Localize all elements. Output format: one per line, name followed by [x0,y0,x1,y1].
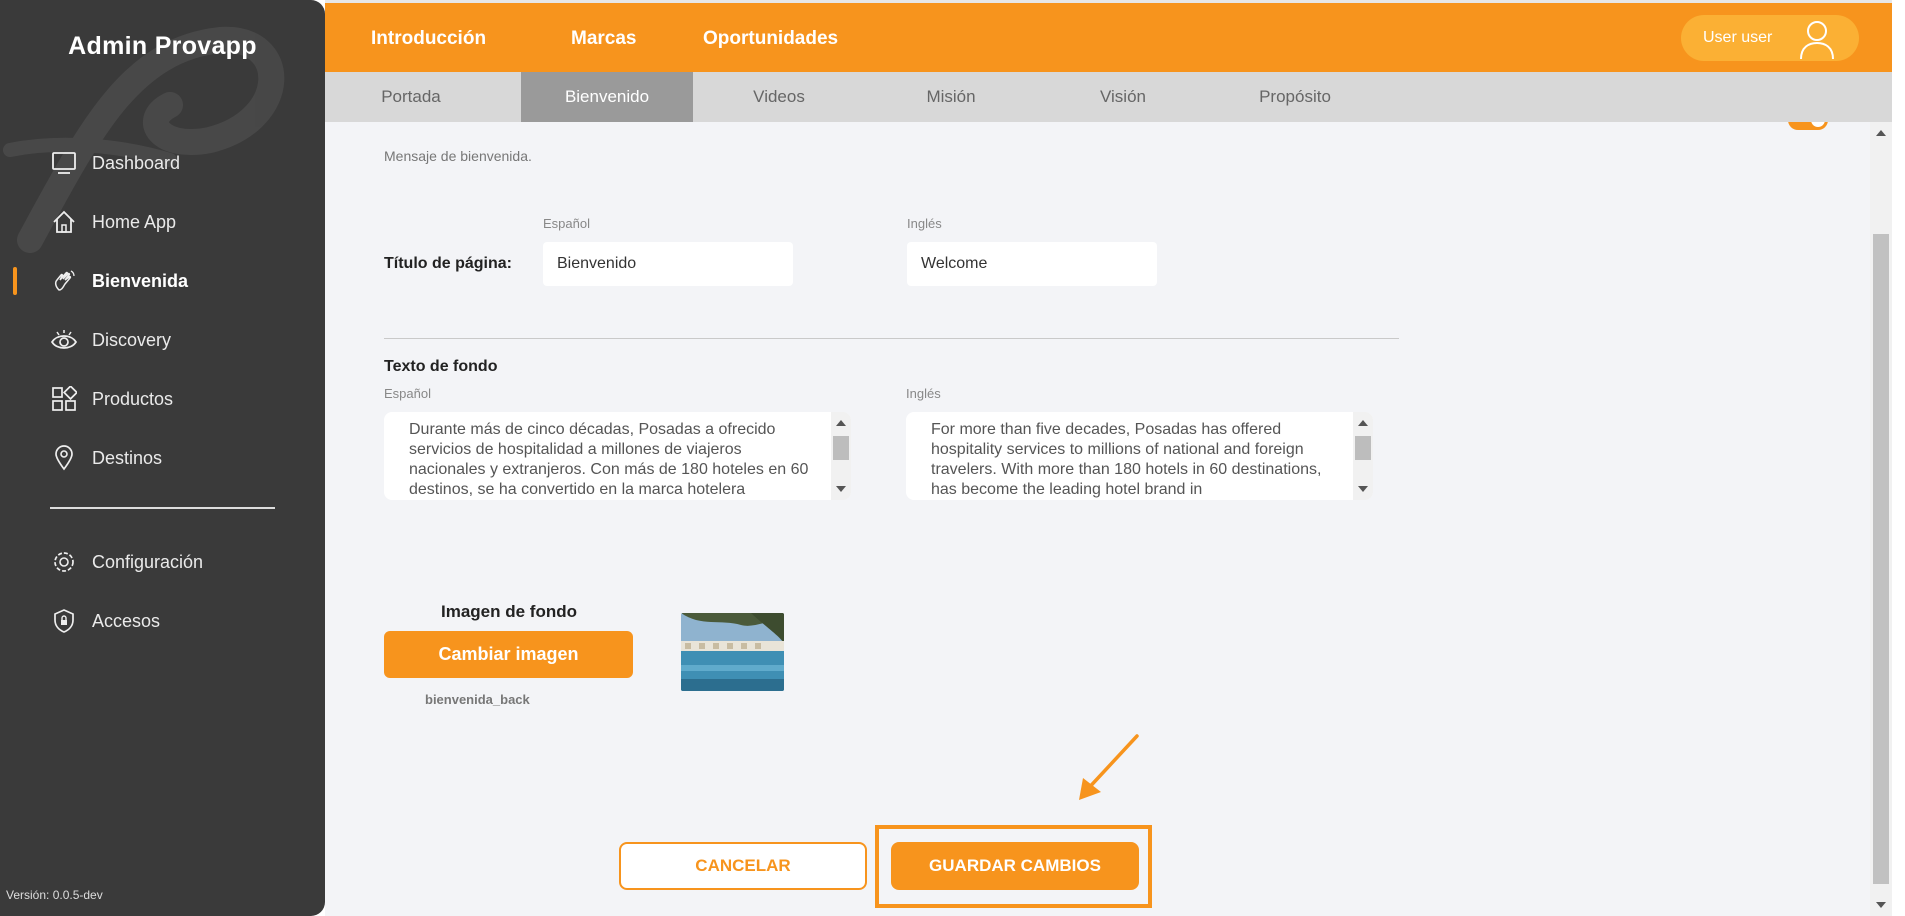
tab-mision[interactable]: Misión [865,72,1037,122]
page-scrollbar[interactable] [1870,122,1892,916]
scroll-thumb[interactable] [1873,234,1889,884]
user-menu[interactable]: User user [1681,15,1859,61]
label-espanol-bg: Español [384,386,431,401]
title-en-input[interactable] [907,242,1157,286]
background-image-title: Imagen de fondo [441,602,577,621]
label-ingles: Inglés [907,216,942,231]
tab-bienvenido[interactable]: Bienvenido [521,72,693,122]
sidebar-item-configuracion[interactable]: Configuración [0,542,325,582]
sidebar-item-productos[interactable]: Productos [0,379,325,419]
tab-vision[interactable]: Visión [1037,72,1209,122]
sidebar-item-destinos[interactable]: Destinos [0,438,325,478]
tab-videos[interactable]: Videos [693,72,865,122]
sidebar-item-label: Dashboard [92,152,181,173]
window-edge [1892,0,1905,916]
section-intro: Mensaje de bienvenida. [384,148,532,164]
eye-icon [50,326,78,354]
title-es-input[interactable] [543,242,793,286]
sidebar-item-label: Destinos [92,447,163,468]
bg-text-en-textarea[interactable]: For more than five decades, Posadas has … [906,412,1373,500]
sidebar-item-dashboard[interactable]: Dashboard [0,143,325,183]
sidebar-item-label: Configuración [92,551,204,572]
sidebar: Admin Provapp Dashboard Home App Bienven… [0,0,325,916]
sidebar-item-label: Productos [92,388,174,409]
gear-icon [50,548,78,576]
textarea-scrollbar[interactable] [1353,412,1373,500]
background-image-thumbnail [681,613,784,691]
top-navbar: Introducción Marcas Oportunidades User u… [325,0,1895,72]
app-version: Versión: 0.0.5-dev [6,888,103,902]
scroll-up-icon[interactable] [1876,130,1886,136]
bg-text-es-textarea[interactable]: Durante más de cinco décadas, Posadas a … [384,412,851,500]
wave-hand-icon [50,267,78,295]
subtabs-bar: Portada Bienvenido Videos Misión Visión … [325,72,1895,122]
sidebar-divider [50,507,275,509]
bg-text-es-content: Durante más de cinco décadas, Posadas a … [409,421,809,498]
page-title-label: Título de página: [384,255,512,272]
label-espanol: Español [543,216,590,231]
scroll-down-icon[interactable] [1876,902,1886,908]
sidebar-item-home-app[interactable]: Home App [0,202,325,242]
textarea-scrollbar[interactable] [831,412,851,500]
topnav-introduccion[interactable]: Introducción [371,28,486,50]
change-image-button[interactable]: Cambiar imagen [384,631,633,678]
tab-proposito[interactable]: Propósito [1209,72,1381,122]
home-icon [50,208,78,236]
sidebar-item-label: Accesos [92,610,161,631]
pointer-arrow-icon [1079,734,1139,800]
bg-text-en-content: For more than five decades, Posadas has … [931,421,1322,498]
sidebar-item-label: Home App [92,211,177,232]
sidebar-item-accesos[interactable]: Accesos [0,601,325,641]
app-brand: Admin Provapp [68,32,257,60]
content-area: Mensaje de bienvenida. Español Inglés Tí… [325,122,1870,916]
user-avatar-icon [1795,17,1839,66]
sidebar-item-discovery[interactable]: Discovery [0,320,325,360]
location-pin-icon [50,444,78,472]
sidebar-item-label: Discovery [92,329,172,350]
label-ingles-bg: Inglés [906,386,941,401]
grid-icon [50,385,78,413]
section-divider [384,338,1399,339]
user-name: User user [1703,29,1773,46]
sidebar-item-label: Bienvenida [92,270,189,291]
tab-portada[interactable]: Portada [325,72,497,122]
topnav-oportunidades[interactable]: Oportunidades [703,28,838,50]
image-filename: bienvenida_back [425,692,530,707]
topnav-marcas[interactable]: Marcas [571,28,637,50]
save-changes-button[interactable]: GUARDAR CAMBIOS [891,842,1139,890]
publish-toggle[interactable] [1788,122,1828,130]
shield-lock-icon [50,607,78,635]
background-text-label: Texto de fondo [384,358,498,375]
sidebar-item-bienvenida[interactable]: Bienvenida [0,261,325,301]
cancel-button[interactable]: CANCELAR [619,842,867,890]
monitor-icon [50,149,78,177]
